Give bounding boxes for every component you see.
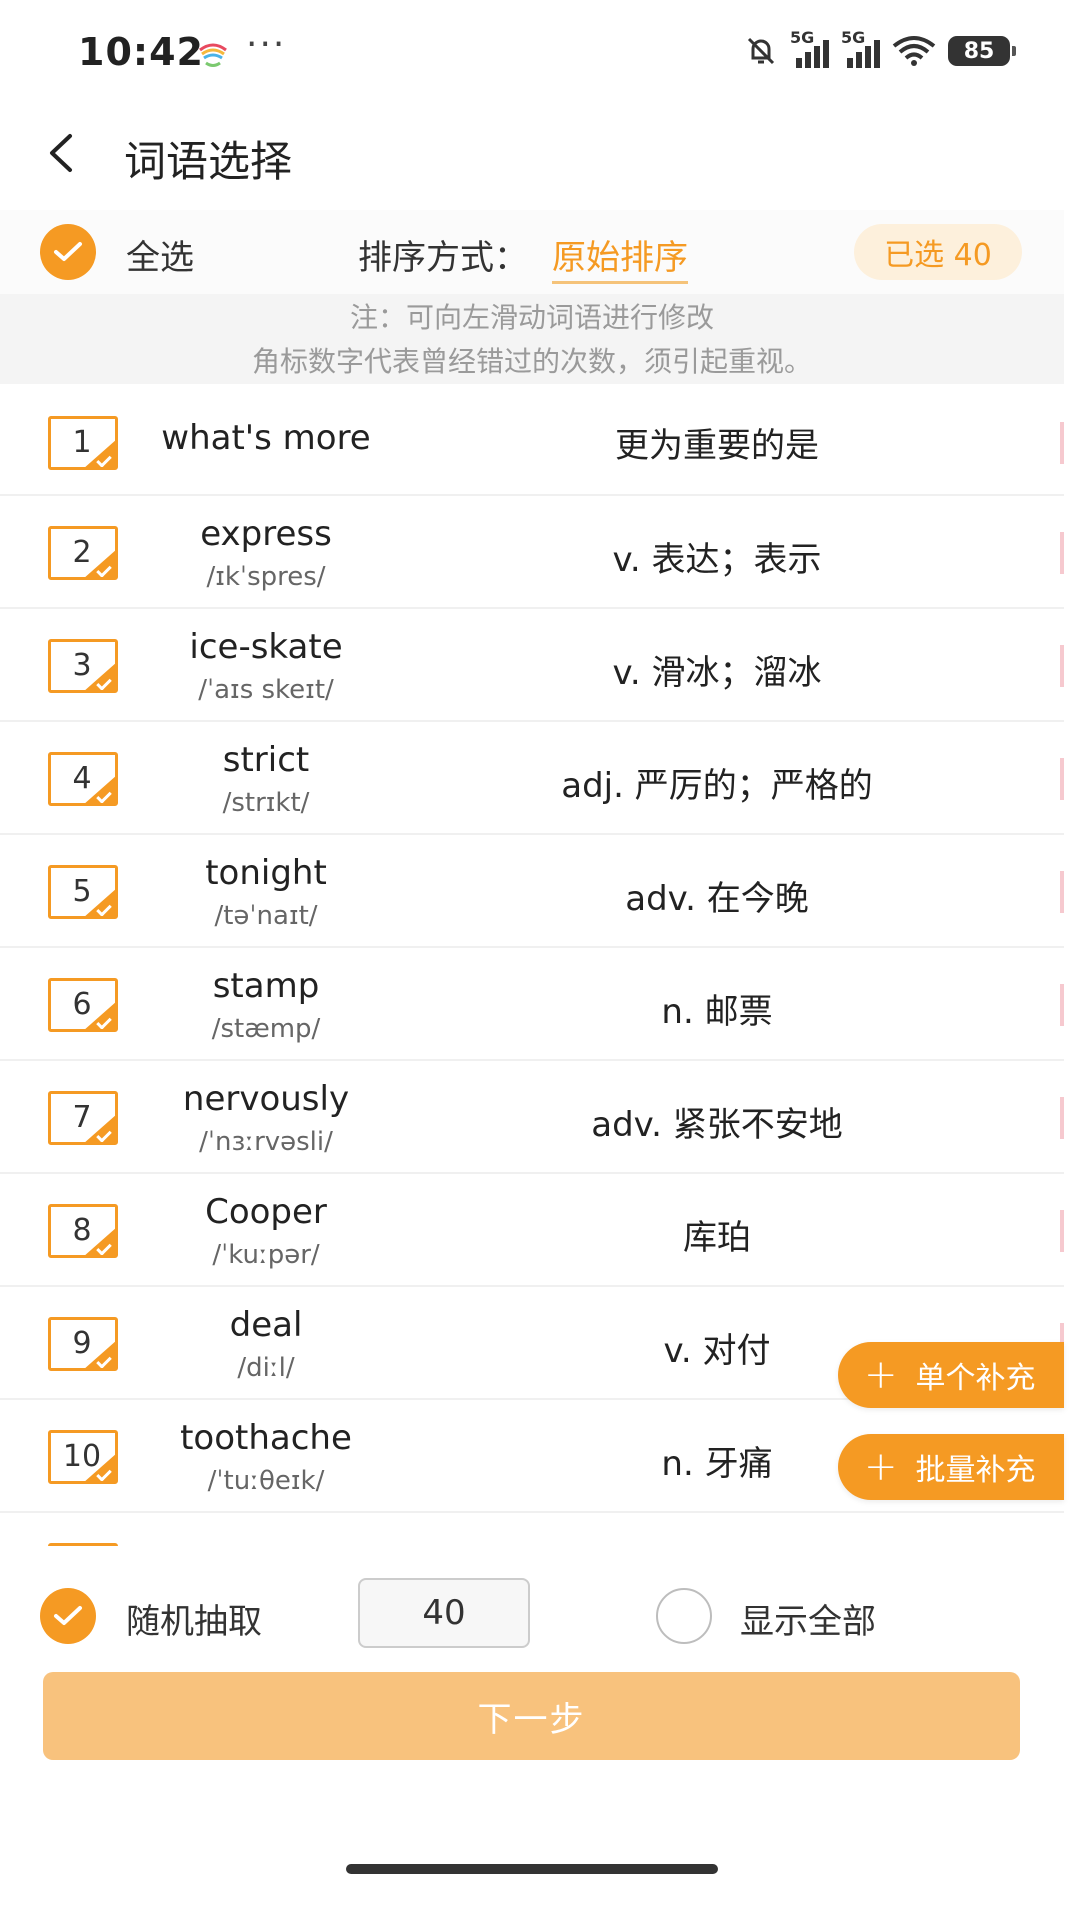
sort-label: 排序方式： bbox=[358, 238, 528, 278]
word-text: ice-skate bbox=[189, 627, 343, 667]
word-checkbox[interactable]: 3 bbox=[48, 639, 118, 693]
select-all-label[interactable]: 全选 bbox=[126, 230, 194, 279]
word-text: toothache bbox=[180, 1418, 352, 1458]
show-all-radio[interactable] bbox=[656, 1588, 712, 1644]
word-checkbox[interactable]: 2 bbox=[48, 526, 118, 580]
toolbar: 全选 排序方式： 原始排序 已选 40 bbox=[0, 210, 1064, 294]
swipe-edge-indicator bbox=[1060, 984, 1064, 1026]
status-more-dots: ··· bbox=[246, 24, 287, 65]
word-phonetic: /ˈkuːpər/ bbox=[212, 1240, 320, 1270]
word-meaning: 库珀 bbox=[683, 1218, 751, 1258]
word-row[interactable]: 8 Cooper/ˈkuːpər/库珀 bbox=[0, 1174, 1064, 1287]
word-text: Cooper bbox=[205, 1192, 327, 1232]
swipe-edge-indicator bbox=[1060, 1097, 1064, 1139]
select-all-checkbox[interactable] bbox=[40, 224, 96, 280]
word-text: express bbox=[200, 514, 332, 554]
signal-2-icon: 5G bbox=[841, 28, 880, 68]
word-phonetic: /diːl/ bbox=[237, 1353, 295, 1383]
word-checkbox[interactable]: 9 bbox=[48, 1317, 118, 1371]
swipe-edge-indicator bbox=[1060, 532, 1064, 574]
word-meaning: adv. 在今晚 bbox=[625, 879, 809, 919]
word-checkbox[interactable]: 8 bbox=[48, 1204, 118, 1258]
single-add-label: 单个补充 bbox=[915, 1361, 1036, 1396]
network-type-1: 5G bbox=[790, 28, 815, 47]
status-time: 10:42 bbox=[78, 30, 204, 74]
status-right-icons: 5G 5G 85 bbox=[744, 28, 1016, 68]
swipe-edge-indicator bbox=[1060, 645, 1064, 687]
word-checkbox[interactable]: 1 bbox=[48, 416, 118, 470]
word-row[interactable]: 3 ice-skate/ˈaɪs skeɪt/v. 滑冰；溜冰 bbox=[0, 609, 1064, 722]
batch-add-label: 批量补充 bbox=[915, 1453, 1036, 1488]
word-checkbox[interactable]: 5 bbox=[48, 865, 118, 919]
word-checkbox[interactable]: 6 bbox=[48, 978, 118, 1032]
word-row[interactable]: 7 nervously/ˈnɜːrvəsli/adv. 紧张不安地 bbox=[0, 1061, 1064, 1174]
word-text: strict bbox=[222, 740, 310, 780]
network-type-2: 5G bbox=[841, 28, 866, 47]
word-phonetic: /ˈnɜːrvəsli/ bbox=[199, 1127, 333, 1157]
checkmark-icon bbox=[54, 1606, 82, 1625]
word-row[interactable]: 4 strict/strɪkt/adj. 严厉的；严格的 bbox=[0, 722, 1064, 835]
word-text: nervously bbox=[182, 1079, 350, 1119]
app-notification-icon bbox=[199, 43, 227, 67]
random-pick-checkbox[interactable] bbox=[40, 1588, 96, 1644]
back-arrow-icon[interactable] bbox=[40, 128, 90, 178]
header: 词语选择 bbox=[0, 100, 1080, 210]
word-text: deal bbox=[229, 1305, 303, 1345]
batch-add-button[interactable]: + 批量补充 bbox=[838, 1434, 1064, 1500]
home-indicator[interactable] bbox=[346, 1864, 718, 1874]
plus-icon: + bbox=[864, 1352, 898, 1398]
word-meaning: v. 滑冰；溜冰 bbox=[612, 653, 822, 693]
wifi-icon bbox=[892, 36, 936, 66]
word-row[interactable]: 2 express/ɪkˈspres/v. 表达；表示 bbox=[0, 496, 1064, 609]
word-meaning: 更为重要的是 bbox=[615, 426, 819, 466]
note-line-1: 注：可向左滑动词语进行修改 bbox=[349, 301, 714, 334]
bottom-panel: 随机抽取 40 显示全部 下一步 bbox=[0, 1548, 1080, 1920]
word-text: tonight bbox=[205, 853, 327, 893]
word-meaning: adv. 紧张不安地 bbox=[591, 1105, 843, 1145]
word-checkbox[interactable]: 11 bbox=[48, 1543, 118, 1546]
signal-1-icon: 5G bbox=[790, 28, 829, 68]
selected-count-badge: 已选 40 bbox=[854, 224, 1022, 280]
word-phonetic: /strɪkt/ bbox=[222, 788, 310, 818]
random-pick-label[interactable]: 随机抽取 bbox=[126, 1594, 262, 1643]
word-text: themselves bbox=[140, 1545, 392, 1546]
swipe-edge-indicator bbox=[1060, 758, 1064, 800]
word-phonetic: /ˈtuːθeɪk/ bbox=[207, 1466, 325, 1496]
single-add-button[interactable]: + 单个补充 bbox=[838, 1342, 1064, 1408]
mute-bell-icon bbox=[747, 37, 775, 65]
word-checkbox[interactable]: 10 bbox=[48, 1430, 118, 1484]
word-row[interactable]: 11 themselves bbox=[0, 1513, 1064, 1546]
word-row[interactable]: 1 what's more 更为重要的是 bbox=[0, 386, 1064, 496]
sort-dropdown[interactable]: 原始排序 bbox=[552, 230, 688, 284]
show-all-label[interactable]: 显示全部 bbox=[740, 1594, 876, 1643]
swipe-edge-indicator bbox=[1060, 1210, 1064, 1252]
word-meaning: v. 表达；表示 bbox=[612, 540, 822, 580]
word-checkbox[interactable]: 7 bbox=[48, 1091, 118, 1145]
word-phonetic: /ɪkˈspres/ bbox=[206, 562, 326, 592]
note-line-2: 角标数字代表曾经错过的次数，须引起重视。 bbox=[251, 345, 812, 378]
word-checkbox[interactable]: 4 bbox=[48, 752, 118, 806]
page-title: 词语选择 bbox=[124, 137, 293, 186]
swipe-edge-indicator bbox=[1060, 422, 1064, 464]
swipe-note: 注：可向左滑动词语进行修改 角标数字代表曾经错过的次数，须引起重视。 bbox=[0, 294, 1064, 384]
battery-indicator: 85 bbox=[948, 36, 1016, 66]
next-step-button[interactable]: 下一步 bbox=[43, 1672, 1020, 1760]
word-text: stamp bbox=[212, 966, 320, 1006]
word-row[interactable]: 6 stamp/stæmp/n. 邮票 bbox=[0, 948, 1064, 1061]
word-meaning: n. 邮票 bbox=[661, 992, 773, 1032]
word-phonetic: /təˈnaɪt/ bbox=[214, 901, 318, 931]
word-phonetic: /ˈaɪs skeɪt/ bbox=[198, 675, 334, 705]
checkmark-icon bbox=[54, 242, 82, 261]
word-text: what's more bbox=[161, 418, 371, 458]
swipe-edge-indicator bbox=[1060, 871, 1064, 913]
word-phonetic: /stæmp/ bbox=[211, 1014, 321, 1044]
word-row[interactable]: 5 tonight/təˈnaɪt/adv. 在今晚 bbox=[0, 835, 1064, 948]
random-count-input[interactable]: 40 bbox=[358, 1578, 530, 1648]
word-meaning: adj. 严厉的；严格的 bbox=[561, 766, 873, 806]
plus-icon: + bbox=[864, 1444, 898, 1490]
status-bar: 10:42 ··· 5G 5G 85 bbox=[0, 0, 1080, 100]
